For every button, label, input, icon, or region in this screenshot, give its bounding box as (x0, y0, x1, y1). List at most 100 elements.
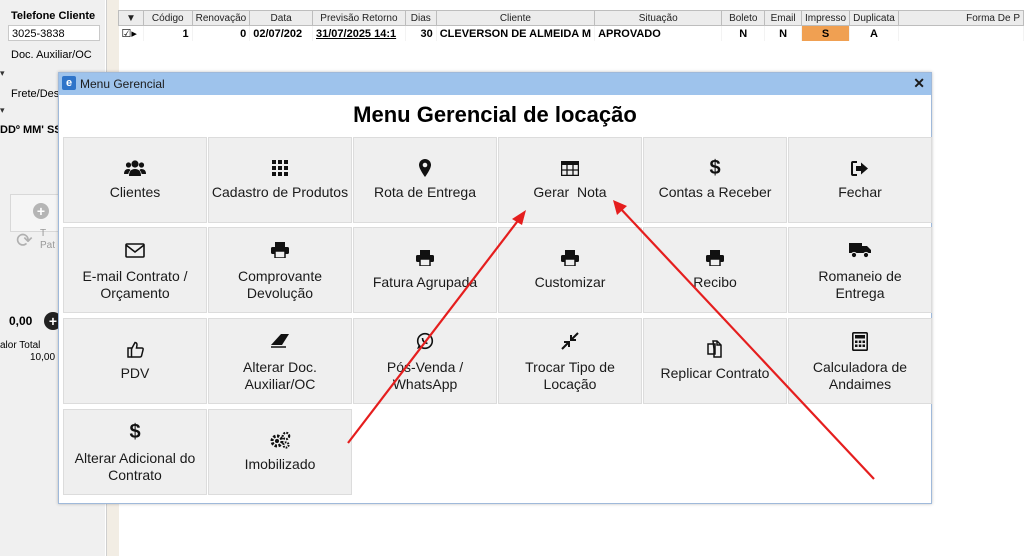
cell-previsao: 31/07/2025 14:1 (312, 25, 406, 41)
sign-out-icon (789, 158, 931, 178)
calculadora-button[interactable]: Calculadora de Andaimes (788, 318, 932, 404)
close-icon[interactable]: ✕ (913, 75, 925, 92)
fechar-button[interactable]: Fechar (788, 137, 932, 223)
print-icon (499, 248, 641, 268)
cell-forma (898, 25, 1024, 41)
cadastro-produtos-label: Cadastro de Produtos (211, 184, 349, 200)
refresh-icon: ⟳ (16, 230, 33, 252)
rota-entrega-button[interactable]: Rota de Entrega (353, 137, 497, 223)
comprovante-devolucao-button[interactable]: Comprovante Devolução (208, 227, 352, 313)
dialog-titlebar[interactable]: e Menu Gerencial ✕ (59, 73, 931, 95)
calculator-icon (789, 331, 931, 351)
table-row[interactable]: ☑▸ 1 0 02/07/202 31/07/2025 14:1 30 CLEV… (118, 25, 1024, 41)
imobilizado-label: Imobilizado (244, 456, 316, 472)
fatura-agrupada-button[interactable]: Fatura Agrupada (353, 227, 497, 313)
dialog-title: Menu Gerencial (80, 77, 165, 91)
clientes-button[interactable]: Clientes (63, 137, 207, 223)
recibo-label: Recibo (693, 274, 737, 290)
gerar-nota-button[interactable]: Gerar Nota (498, 137, 642, 223)
thumbs-up-icon (64, 339, 206, 359)
customizar-label: Customizar (534, 274, 606, 290)
col-codigo[interactable]: Código (142, 10, 193, 26)
col-previsao[interactable]: Previsão Retorno (312, 10, 406, 26)
alterar-adicional-button[interactable]: $ Alterar Adicional do Contrato (63, 409, 207, 495)
romaneio-entrega-button[interactable]: Romaneio de Entrega (788, 227, 932, 313)
grid-header-row: ▼ Código Renovação Data Previsão Retorno… (118, 10, 1024, 26)
grid-icon (209, 158, 351, 178)
col-filter[interactable]: ▼ (118, 10, 144, 26)
fechar-label: Fechar (838, 184, 882, 200)
valor-total-label: alor Total (0, 340, 41, 351)
eraser-icon (209, 331, 351, 351)
romaneio-entrega-label: Romaneio de Entrega (818, 268, 902, 301)
contas-receber-label: Contas a Receber (658, 184, 772, 200)
col-duplicata[interactable]: Duplicata (849, 10, 899, 26)
alterar-adicional-label: Alterar Adicional do Contrato (74, 450, 196, 483)
contas-receber-button[interactable]: $ Contas a Receber (643, 137, 787, 223)
truck-icon (789, 240, 931, 260)
cogs-icon (209, 430, 351, 450)
contracts-grid: ▼ Código Renovação Data Previsão Retorno… (118, 10, 1024, 41)
map-marker-icon (354, 158, 496, 178)
pos-venda-button[interactable]: Pós-Venda / WhatsApp (353, 318, 497, 404)
table-icon (499, 158, 641, 178)
pdv-label: PDV (120, 365, 150, 381)
customizar-button[interactable]: Customizar (498, 227, 642, 313)
page-title: Menu Gerencial de locação (353, 102, 637, 127)
pdv-button[interactable]: PDV (63, 318, 207, 404)
doc-dropdown-icon[interactable]: ▾ (0, 68, 5, 79)
amount-value: 0,00 (9, 314, 33, 328)
calculadora-label: Calculadora de Andaimes (812, 359, 908, 392)
doc-auxiliar-label: Doc. Auxiliar/OC (11, 49, 92, 61)
col-impresso[interactable]: Impresso (800, 10, 851, 26)
telefone-label: Telefone Cliente (11, 10, 96, 22)
col-data[interactable]: Data (249, 10, 313, 26)
alterar-doc-label: Alterar Doc. Auxiliar/OC (243, 359, 317, 392)
print-icon (644, 248, 786, 268)
email-contrato-button[interactable]: E-mail Contrato / Orçamento (63, 227, 207, 313)
whatsapp-icon (354, 331, 496, 351)
dollar-icon: $ (709, 156, 721, 179)
copy-icon (644, 339, 786, 359)
col-cliente[interactable]: Cliente (435, 10, 596, 26)
clientes-label: Clientes (109, 184, 161, 200)
telefone-field[interactable]: 3025-3838 (8, 25, 100, 41)
col-email[interactable]: Email (764, 10, 802, 26)
trocar-tipo-button[interactable]: Trocar Tipo de Locação (498, 318, 642, 404)
dollar-icon: $ (129, 420, 141, 443)
envelope-icon (64, 240, 206, 260)
frete-dropdown-icon[interactable]: ▾ (0, 105, 5, 116)
pos-venda-label: Pós-Venda / WhatsApp (386, 359, 464, 392)
recibo-button[interactable]: Recibo (643, 227, 787, 313)
rota-entrega-label: Rota de Entrega (374, 184, 476, 200)
alterar-doc-button[interactable]: Alterar Doc. Auxiliar/OC (208, 318, 352, 404)
plus-circle-icon: + (33, 203, 49, 219)
gerar-nota-label: Gerar Nota (533, 184, 607, 200)
frete-label: Frete/Des (11, 88, 60, 100)
imobilizado-button[interactable]: Imobilizado (208, 409, 352, 495)
cadastro-produtos-button[interactable]: Cadastro de Produtos (208, 137, 352, 223)
cell-data: 02/07/202 (249, 25, 313, 41)
users-icon (64, 158, 206, 178)
col-forma[interactable]: Forma De P (897, 10, 1024, 26)
cell-codigo: 1 (143, 25, 193, 41)
fatura-agrupada-label: Fatura Agrupada (372, 274, 478, 290)
print-icon (209, 240, 351, 260)
col-boleto[interactable]: Boleto (721, 10, 766, 26)
cell-cliente: CLEVERSON DE ALMEIDA M (436, 25, 596, 41)
replicar-contrato-button[interactable]: Replicar Contrato (643, 318, 787, 404)
email-contrato-label: E-mail Contrato / Orçamento (82, 268, 188, 301)
menu-gerencial-dialog: e Menu Gerencial ✕ Menu Gerencial de loc… (58, 72, 932, 504)
cell-situacao: APROVADO (594, 25, 723, 41)
cell-boleto: N (721, 25, 766, 41)
coordinate-text: DDº MM' SS (0, 124, 62, 136)
col-dias[interactable]: Dias (404, 10, 437, 26)
replicar-contrato-label: Replicar Contrato (660, 365, 770, 381)
compress-icon (499, 331, 641, 351)
comprovante-devolucao-label: Comprovante Devolução (237, 268, 323, 301)
side-button-text-2: Pat (40, 240, 56, 251)
row-marker[interactable]: ☑▸ (118, 25, 144, 41)
cell-renovacao: 0 (192, 25, 251, 41)
col-situacao[interactable]: Situação (594, 10, 723, 26)
col-renovacao[interactable]: Renovação (191, 10, 251, 26)
